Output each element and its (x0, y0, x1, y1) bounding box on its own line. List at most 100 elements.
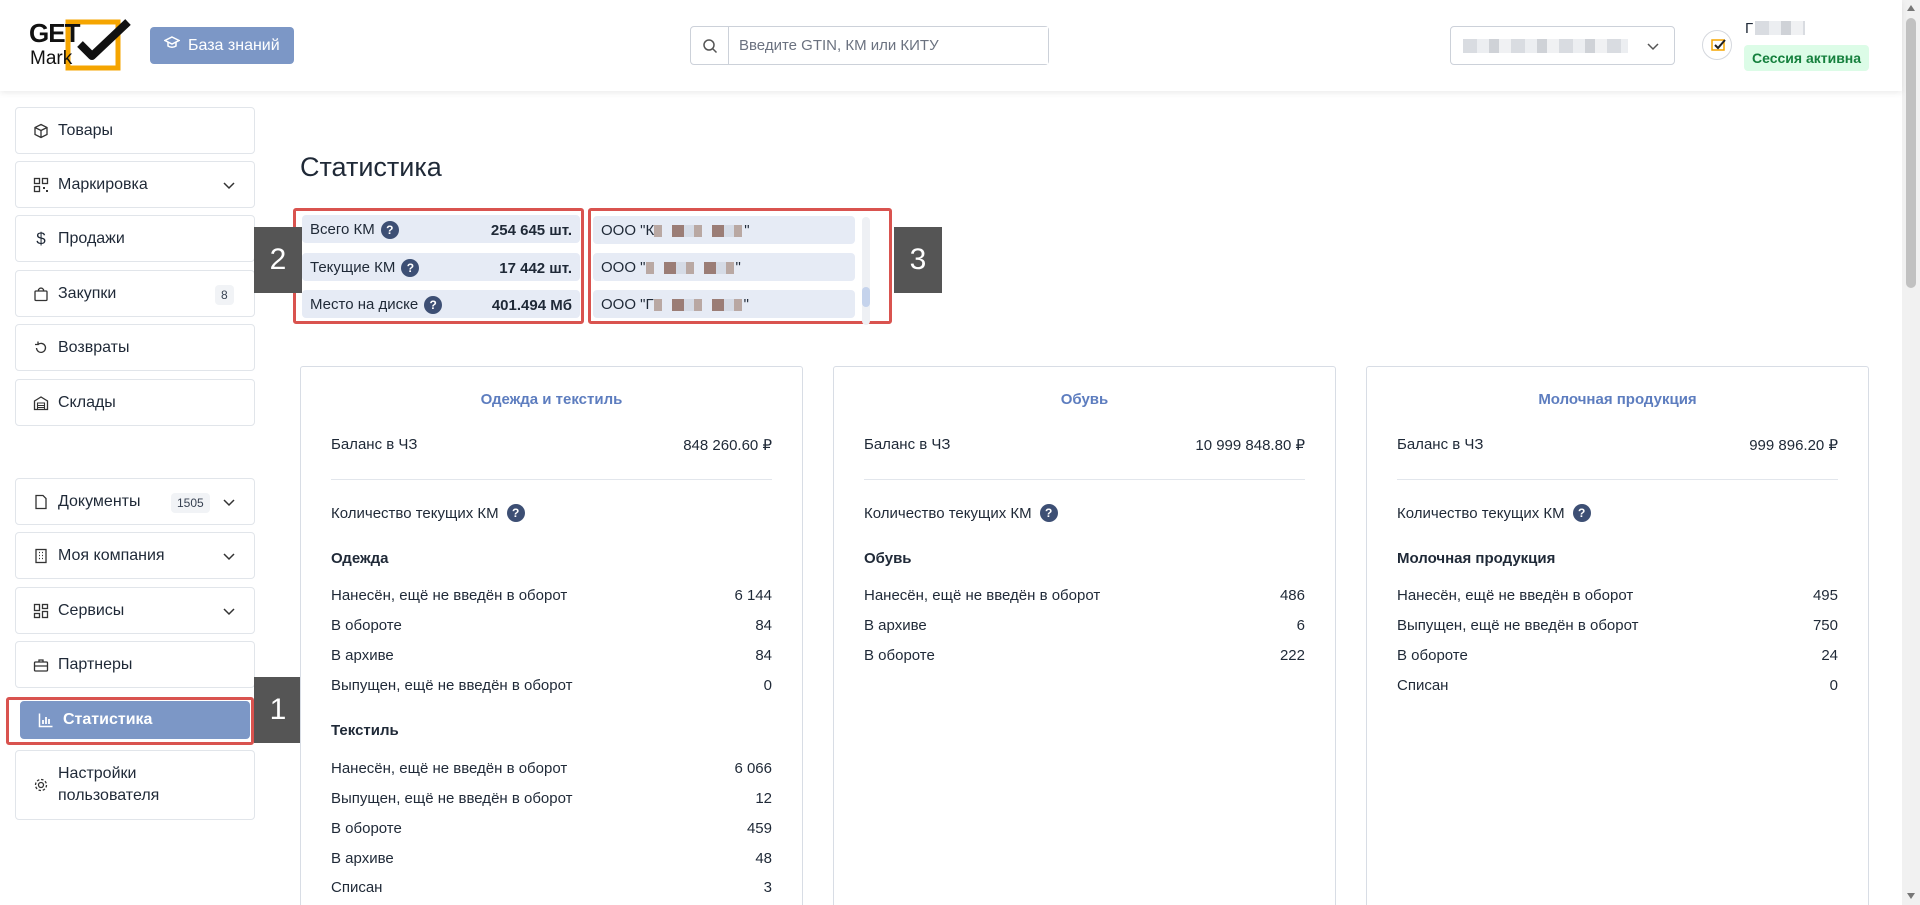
callout-marker-1: 1 (254, 677, 302, 743)
stat-value: 254 645 шт. (490, 222, 572, 239)
balance-value: 848 260.60 ₽ (683, 437, 772, 454)
search-input[interactable] (729, 27, 1048, 64)
category-card-dairy: Молочная продукция Баланс в ЧЗ 999 896.20… (1366, 366, 1869, 905)
search-icon[interactable] (691, 27, 729, 64)
status-value: 3 (763, 879, 772, 896)
sidebar-item-documents[interactable]: Документы 1505 (15, 478, 255, 525)
sidebar-item-label: Закупки (58, 284, 117, 302)
status-row: Списан 3 (331, 879, 772, 896)
org-suffix: " (744, 222, 750, 239)
help-icon[interactable]: ? (401, 259, 420, 278)
status-row: В обороте 84 (331, 617, 772, 634)
stat-label: Всего КМ? (310, 221, 399, 240)
sidebar-item-purchases[interactable]: Закупки 8 (15, 270, 255, 317)
stat-label-text: Всего КМ (310, 221, 375, 238)
status-value: 6 066 (734, 760, 772, 777)
status-label: Нанесён, ещё не введён в оборот (864, 587, 1101, 604)
gear-icon (32, 776, 50, 794)
callout-marker-2: 2 (254, 227, 302, 293)
status-value: 0 (763, 677, 772, 694)
search-box (690, 26, 1049, 65)
stat-value: 17 442 шт. (499, 260, 572, 277)
balance-value: 10 999 848.80 ₽ (1195, 437, 1305, 454)
status-value: 0 (1829, 677, 1838, 694)
stat-label: Текущие КМ? (310, 259, 420, 278)
sidebar-item-marking[interactable]: Маркировка (15, 161, 255, 208)
status-label: Выпущен, ещё не введён в оборот (331, 790, 573, 807)
stat-total-km: Всего КМ? 254 645 шт. (302, 215, 580, 243)
sidebar-item-label: Сервисы (58, 601, 125, 619)
status-label: Выпущен, ещё не введён в оборот (331, 677, 573, 694)
help-icon[interactable]: ? (1039, 504, 1058, 522)
sidebar-item-label: Маркировка (58, 175, 148, 193)
chevron-down-icon (222, 549, 236, 568)
current-km-label: Количество текущих КМ (1397, 504, 1565, 522)
status-value: 6 144 (734, 587, 772, 604)
balance-label: Баланс в ЧЗ (331, 436, 418, 453)
dollar-icon: $ (36, 228, 46, 248)
status-row: Выпущен, ещё не введён в оборот 750 (1397, 617, 1838, 634)
stat-current-km: Текущие КМ? 17 442 шт. (302, 253, 580, 281)
organization-name: ООО " " (601, 259, 741, 276)
sidebar-item-my-company[interactable]: Моя компания (15, 532, 255, 579)
page-scrollbar[interactable] (1902, 0, 1920, 905)
status-value: 84 (755, 647, 772, 664)
sidebar-item-warehouses[interactable]: Склады (15, 379, 255, 426)
sidebar-item-label: Настройки пользователя (58, 763, 159, 807)
sidebar-item-returns[interactable]: Возвраты (15, 324, 255, 371)
sidebar-item-label: Возвраты (58, 338, 130, 356)
bag-icon (32, 285, 50, 303)
status-value: 24 (1821, 647, 1838, 664)
help-icon[interactable]: ? (380, 221, 399, 240)
getmark-logo[interactable]: GET Mark (28, 18, 136, 74)
status-row: Выпущен, ещё не введён в оборот 12 (331, 790, 772, 807)
organizations-scrollbar[interactable] (862, 217, 870, 325)
help-icon[interactable]: ? (506, 504, 525, 522)
organization-item[interactable]: ООО "Г " (593, 290, 855, 318)
sidebar-item-user-settings[interactable]: Настройки пользователя (15, 750, 255, 820)
partners-icon (32, 656, 50, 674)
sidebar-item-services[interactable]: Сервисы (15, 587, 255, 634)
divider (1397, 479, 1838, 480)
sidebar-item-partners[interactable]: Партнеры (15, 641, 255, 688)
graduation-cap-icon (163, 36, 181, 55)
help-icon[interactable]: ? (1572, 504, 1591, 522)
status-row: Списан 0 (1397, 677, 1838, 694)
balance-row: Баланс в ЧЗ 848 260.60 ₽ (331, 436, 772, 454)
scrollbar-thumb[interactable] (1906, 18, 1916, 288)
chevron-down-icon (222, 495, 236, 514)
current-km-label: Количество текущих КМ (331, 504, 499, 522)
warehouse-icon (32, 394, 50, 412)
status-row: Нанесён, ещё не введён в оборот 486 (864, 587, 1305, 604)
organization-select[interactable] (1450, 26, 1675, 65)
category-card-shoes: Обувь Баланс в ЧЗ 10 999 848.80 ₽ Количес… (833, 366, 1336, 905)
status-label: Списан (331, 879, 383, 896)
knowledge-base-button[interactable]: База знаний (150, 27, 294, 64)
status-value: 48 (755, 850, 772, 867)
highlight-statistics-menu (6, 697, 254, 745)
card-title: Молочная продукция (1538, 391, 1697, 408)
org-suffix: " (735, 259, 741, 276)
redacted-name (645, 262, 736, 275)
sidebar-item-products[interactable]: Товары (15, 107, 255, 154)
sidebar-item-sales[interactable]: $ Продажи (15, 215, 255, 262)
scrollbar-thumb[interactable] (862, 287, 870, 307)
avatar[interactable] (1702, 30, 1732, 60)
card-title: Обувь (1060, 391, 1109, 408)
stat-label-text: Текущие КМ (310, 259, 396, 276)
knowledge-base-label: База знаний (188, 36, 280, 54)
scroll-down-arrow-icon[interactable] (1907, 893, 1915, 899)
top-header: GET Mark База знаний Г Сессия активна (0, 0, 1902, 91)
return-icon (32, 339, 50, 357)
services-icon (32, 602, 50, 620)
sidebar-item-label: Документы (58, 492, 141, 510)
organization-item[interactable]: ООО " " (593, 253, 855, 281)
user-name: Г (1745, 20, 1815, 37)
organization-item[interactable]: ООО "К " (593, 216, 855, 244)
group-title: Одежда (331, 550, 389, 567)
scroll-up-arrow-icon[interactable] (1907, 5, 1915, 11)
help-icon[interactable]: ? (424, 296, 443, 315)
card-title: Одежда и текстиль (480, 391, 623, 408)
org-prefix: ООО " (601, 259, 646, 276)
status-value: 459 (746, 820, 772, 837)
